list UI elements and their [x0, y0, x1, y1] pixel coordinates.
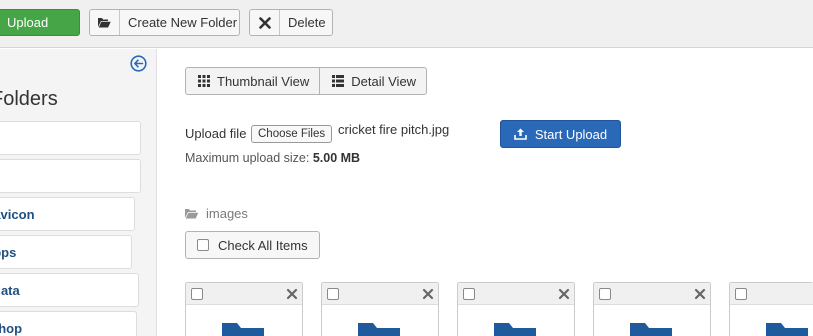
- detail-view-button[interactable]: Detail View: [319, 68, 426, 94]
- breadcrumb: images: [185, 206, 248, 221]
- breadcrumb-folder[interactable]: images: [206, 206, 248, 221]
- folder-icon: [630, 323, 672, 336]
- folder-icon: [494, 323, 536, 336]
- item-checkbox[interactable]: [735, 288, 747, 300]
- thumbnail-header: [730, 283, 813, 305]
- close-icon[interactable]: [422, 288, 434, 300]
- folder-open-icon: [185, 209, 199, 219]
- folder-thumbnail[interactable]: [457, 282, 575, 336]
- close-icon[interactable]: [694, 288, 706, 300]
- sidebar-folder-label: favicon: [0, 206, 35, 222]
- thumbnail-view-button[interactable]: Thumbnail View: [186, 68, 319, 94]
- max-upload-size-value: 5.00 MB: [312, 151, 361, 165]
- sidebar-folder-item[interactable]: [0, 121, 141, 155]
- max-upload-size-label: Maximum upload size:: [185, 151, 310, 165]
- folder-icon: [766, 323, 808, 336]
- thumbnail-view-label: Thumbnail View: [217, 73, 310, 89]
- item-checkbox[interactable]: [191, 288, 203, 300]
- detail-view-label: Detail View: [351, 73, 417, 89]
- check-all-checkbox[interactable]: [197, 239, 209, 251]
- thumbnail-header: [322, 283, 438, 305]
- sidebar-folder-item[interactable]: [0, 159, 141, 193]
- check-all-button[interactable]: Check All Items: [185, 231, 320, 259]
- sidebar-folder-label: shop: [0, 320, 23, 336]
- toolbar: Upload Create New Folder Delete: [0, 0, 813, 48]
- upload-button[interactable]: Upload: [0, 9, 80, 36]
- item-checkbox[interactable]: [463, 288, 475, 300]
- sidebar-folder-item[interactable]: favicon: [0, 197, 135, 231]
- delete-label: Delete: [288, 15, 326, 30]
- view-toggle: Thumbnail View Detail View: [185, 67, 428, 95]
- create-new-folder-button[interactable]: Create New Folder: [89, 9, 240, 36]
- folder-icon: [222, 323, 264, 336]
- folder-thumbnail[interactable]: [593, 282, 711, 336]
- sidebar-folder-item[interactable]: apps: [0, 235, 132, 269]
- delete-button[interactable]: Delete: [249, 9, 333, 36]
- chosen-file-name: cricket fire pitch.jpg: [338, 122, 450, 137]
- thumbnail-header: [458, 283, 574, 305]
- upload-button-label: Upload: [7, 15, 49, 30]
- grid-icon: [198, 75, 210, 87]
- close-icon: [250, 10, 280, 35]
- check-all-label: Check All Items: [218, 237, 308, 253]
- close-icon[interactable]: [286, 288, 298, 300]
- max-upload-size: Maximum upload size: 5.00 MB: [185, 151, 360, 165]
- sidebar-folder-label: data: [0, 282, 20, 298]
- start-upload-label: Start Upload: [534, 126, 608, 142]
- sidebar-folder-item[interactable]: shop: [0, 311, 137, 336]
- folder-thumbnail[interactable]: [729, 282, 813, 336]
- folder-icon: [358, 323, 400, 336]
- sidebar-title: Folders: [0, 88, 58, 110]
- folder-open-icon: [90, 10, 120, 35]
- collapse-sidebar-icon[interactable]: [130, 55, 147, 72]
- item-checkbox[interactable]: [327, 288, 339, 300]
- start-upload-button[interactable]: Start Upload: [500, 120, 621, 148]
- sidebar-folder-item[interactable]: data: [0, 273, 139, 307]
- list-icon: [332, 75, 345, 87]
- item-checkbox[interactable]: [599, 288, 611, 300]
- thumbnail-header: [186, 283, 302, 305]
- thumbnail-header: [594, 283, 710, 305]
- upload-icon: [514, 128, 527, 140]
- close-icon[interactable]: [558, 288, 570, 300]
- folder-thumbnail[interactable]: [185, 282, 303, 336]
- upload-file-label: Upload file: [185, 126, 247, 141]
- create-new-folder-label: Create New Folder: [128, 15, 238, 30]
- folder-thumbnail[interactable]: [321, 282, 439, 336]
- sidebar-folder-label: apps: [0, 244, 17, 260]
- choose-files-button[interactable]: Choose Files: [251, 125, 333, 143]
